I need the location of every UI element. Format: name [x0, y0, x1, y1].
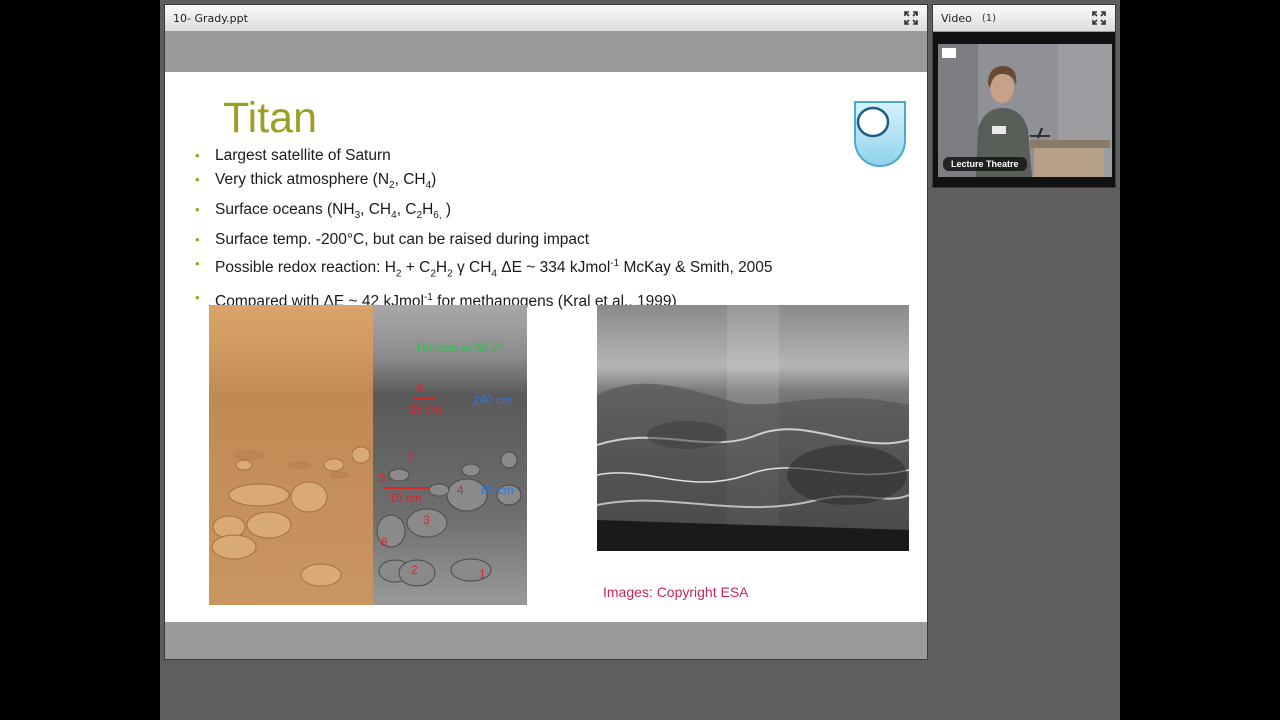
- bullet-dot-icon: •: [195, 256, 200, 272]
- distance-label: 85 cm: [481, 483, 514, 497]
- bullet-dot-icon: •: [195, 290, 200, 306]
- bullet-item: • Surface temp. -200°C, but can be raised…: [193, 228, 773, 252]
- share-pod-header: 10- Grady.ppt: [165, 5, 927, 32]
- video-participant-count: (1): [981, 12, 996, 24]
- bullet-dot-icon: •: [195, 202, 200, 218]
- bullet-dot-icon: •: [195, 172, 200, 187]
- scale-label: 10 cm: [389, 491, 422, 505]
- rock-label: 8: [381, 535, 388, 549]
- video-pod-title: Video: [941, 11, 972, 25]
- rock-label: 5: [379, 471, 386, 485]
- titan-surface-image: Horizon at 56.7° 6 15 cm 240 cm 7 5 4 85…: [209, 305, 527, 605]
- meeting-app: 10- Grady.ppt Titan • Largest satellite …: [160, 0, 1120, 720]
- rock-label: 7: [407, 451, 414, 465]
- rock-label: 4: [457, 483, 464, 497]
- rock-label: 3: [423, 513, 430, 527]
- bullet-item: • Very thick atmosphere (N2, CH4): [193, 168, 773, 198]
- bullet-item: • Largest satellite of Saturn: [193, 144, 773, 168]
- rock-label: 1: [479, 567, 486, 581]
- open-university-logo: [854, 101, 906, 168]
- share-pod-title: 10- Grady.ppt: [173, 11, 248, 25]
- video-pod-header: Video (1): [933, 5, 1115, 32]
- video-location-label: Lecture Theatre: [943, 157, 1027, 171]
- slide-title: Titan: [223, 94, 317, 142]
- bullet-item: • Possible redox reaction: H2 + C2H2 γ CH…: [193, 252, 773, 286]
- video-feed[interactable]: Lecture Theatre: [938, 44, 1112, 177]
- titan-mosaic-photo: [597, 305, 909, 551]
- rock-label: 6: [417, 381, 424, 395]
- share-pod-footer: [165, 622, 927, 659]
- video-pod: Video (1) Lecture Theatre: [932, 4, 1116, 188]
- share-pod: 10- Grady.ppt Titan • Largest satellite …: [164, 4, 928, 660]
- presentation-slide: Titan • Largest satellite of Saturn • Very…: [165, 72, 927, 622]
- bullet-item: • Surface oceans (NH3, CH4, C2H6, ): [193, 198, 773, 228]
- image-copyright: Images: Copyright ESA: [603, 584, 749, 600]
- bullet-dot-icon: •: [195, 148, 200, 163]
- titan-mosaic-image: [597, 305, 909, 551]
- rock-label: 2: [411, 563, 418, 577]
- maximize-icon[interactable]: [1091, 10, 1107, 26]
- maximize-icon[interactable]: [903, 10, 919, 26]
- bullet-dot-icon: •: [195, 232, 200, 248]
- bullet-list: • Largest satellite of Saturn • Very thick…: [193, 144, 773, 315]
- distance-label: 240 cm: [473, 393, 513, 407]
- scale-label: 15 cm: [409, 402, 442, 416]
- horizon-annotation: Horizon at 56.7°: [417, 341, 504, 355]
